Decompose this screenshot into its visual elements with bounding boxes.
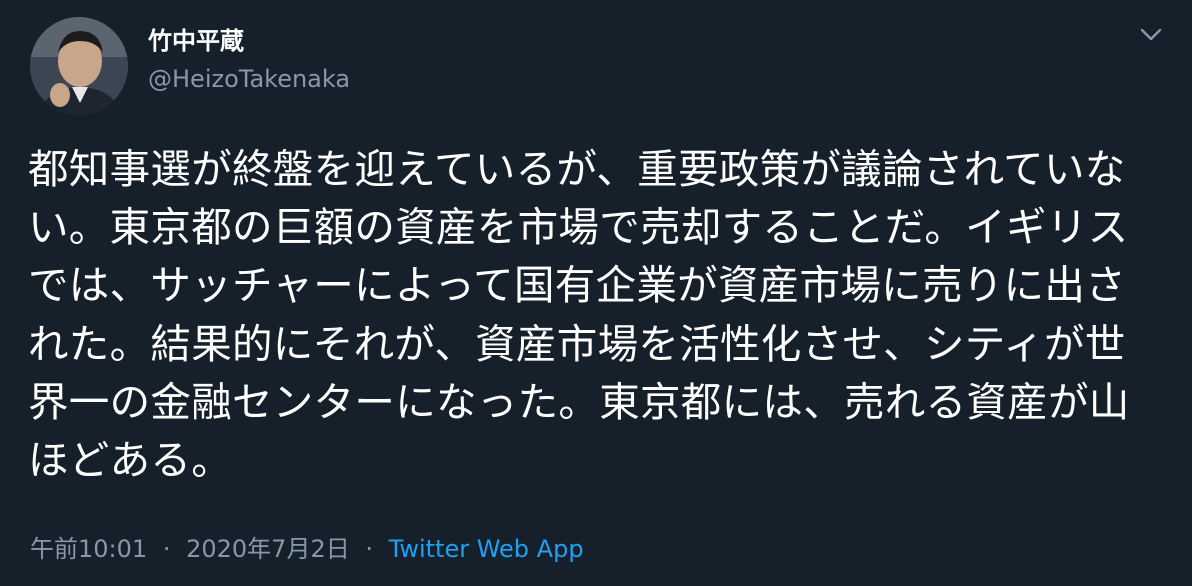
more-options-button[interactable] [1134,18,1168,52]
chevron-down-icon [1140,28,1162,41]
avatar[interactable] [30,17,128,115]
tweet-source-link[interactable]: Twitter Web App [389,535,584,563]
meta-separator: · [162,535,171,563]
profile-photo [30,17,128,115]
meta-separator-2: · [365,535,373,563]
tweet-date[interactable]: 2020年7月2日 [186,535,350,563]
tweet: 竹中平蔵 @HeizoTakenaka 都知事選が終盤を迎えているが、重要政策が… [0,0,1192,586]
tweet-text: 都知事選が終盤を迎えているが、重要政策が議論されていない。東京都の巨額の資産を市… [28,145,1130,485]
tweet-meta: 午前10:01 · 2020年7月2日 · Twitter Web App [30,533,584,565]
author-name[interactable]: 竹中平蔵 [148,26,244,56]
tweet-time[interactable]: 午前10:01 [30,535,147,563]
author-handle[interactable]: @HeizoTakenaka [148,64,350,94]
